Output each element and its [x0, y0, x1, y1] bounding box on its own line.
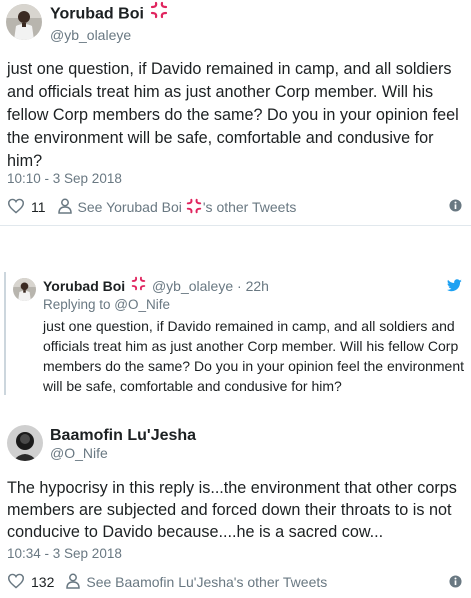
like-count: 11	[31, 199, 46, 215]
like-button[interactable]: 11	[7, 198, 46, 217]
tweet-text: just one question, if Davido remained in…	[43, 318, 465, 394]
anger-symbol-icon	[150, 1, 168, 25]
thread-line	[4, 272, 6, 395]
author-name[interactable]: Yorubad Boi	[50, 1, 168, 25]
tweet-text: just one question, if Davido remained in…	[7, 60, 459, 170]
replying-to[interactable]: Replying to @O_Nife	[43, 297, 170, 312]
separator-dot: ·	[237, 278, 242, 294]
see-other-tweets-link[interactable]: See Yorubad Boi 's other Tweets	[57, 198, 296, 217]
avatar[interactable]	[6, 4, 42, 40]
anger-symbol-icon	[186, 198, 202, 217]
heart-icon	[7, 573, 25, 592]
tweet-timestamp[interactable]: 10:10 - 3 Sep 2018	[7, 171, 122, 186]
author-line: Yorubad Boi @yb_olaleye · 22h	[43, 277, 269, 295]
info-icon[interactable]	[449, 575, 462, 593]
tweet-text: The hypocrisy in this reply is...the env…	[7, 479, 457, 541]
info-icon[interactable]	[449, 199, 462, 217]
see-other-tweets-prefix[interactable]: See Yorubad Boi	[78, 199, 182, 215]
person-icon	[66, 573, 81, 592]
tweet-card-2: Yorubad Boi @yb_olaleye · 22h Replying t…	[0, 256, 471, 400]
anger-symbol-icon	[131, 276, 146, 295]
tweet-actions: 11 See Yorubad Boi 's other Tweets	[7, 197, 296, 217]
tweet-card-3: Baamofin Lu'Jesha @O_Nife The hypocrisy …	[0, 400, 471, 598]
divider-gap	[0, 226, 471, 256]
see-other-tweets-link[interactable]: See Baamofin Lu'Jesha's other Tweets	[66, 573, 327, 592]
author-name-text[interactable]: Yorubad Boi	[43, 278, 125, 294]
author-name[interactable]: Baamofin Lu'Jesha	[50, 426, 196, 446]
like-count: 132	[31, 574, 55, 590]
author-handle[interactable]: @yb_olaleye	[152, 278, 233, 294]
twitter-bird-icon[interactable]	[446, 279, 462, 297]
author-handle[interactable]: @O_Nife	[50, 445, 108, 461]
see-other-tweets-suffix[interactable]: 's other Tweets	[203, 199, 296, 215]
see-other-tweets-text[interactable]: See Baamofin Lu'Jesha's other Tweets	[86, 574, 327, 590]
person-icon	[57, 198, 72, 217]
avatar[interactable]	[7, 425, 43, 461]
tweet-card-1: Yorubad Boi @yb_olaleye just one questio…	[0, 0, 471, 226]
tweet-actions: 132 See Baamofin Lu'Jesha's other Tweets	[7, 572, 327, 592]
tweet-age[interactable]: 22h	[246, 278, 269, 294]
author-name-text[interactable]: Yorubad Boi	[50, 6, 144, 23]
like-button[interactable]: 132	[7, 573, 54, 592]
tweet-timestamp[interactable]: 10:34 - 3 Sep 2018	[7, 546, 122, 561]
author-handle[interactable]: @yb_olaleye	[50, 27, 131, 43]
avatar[interactable]	[13, 278, 36, 301]
heart-icon	[7, 198, 25, 217]
